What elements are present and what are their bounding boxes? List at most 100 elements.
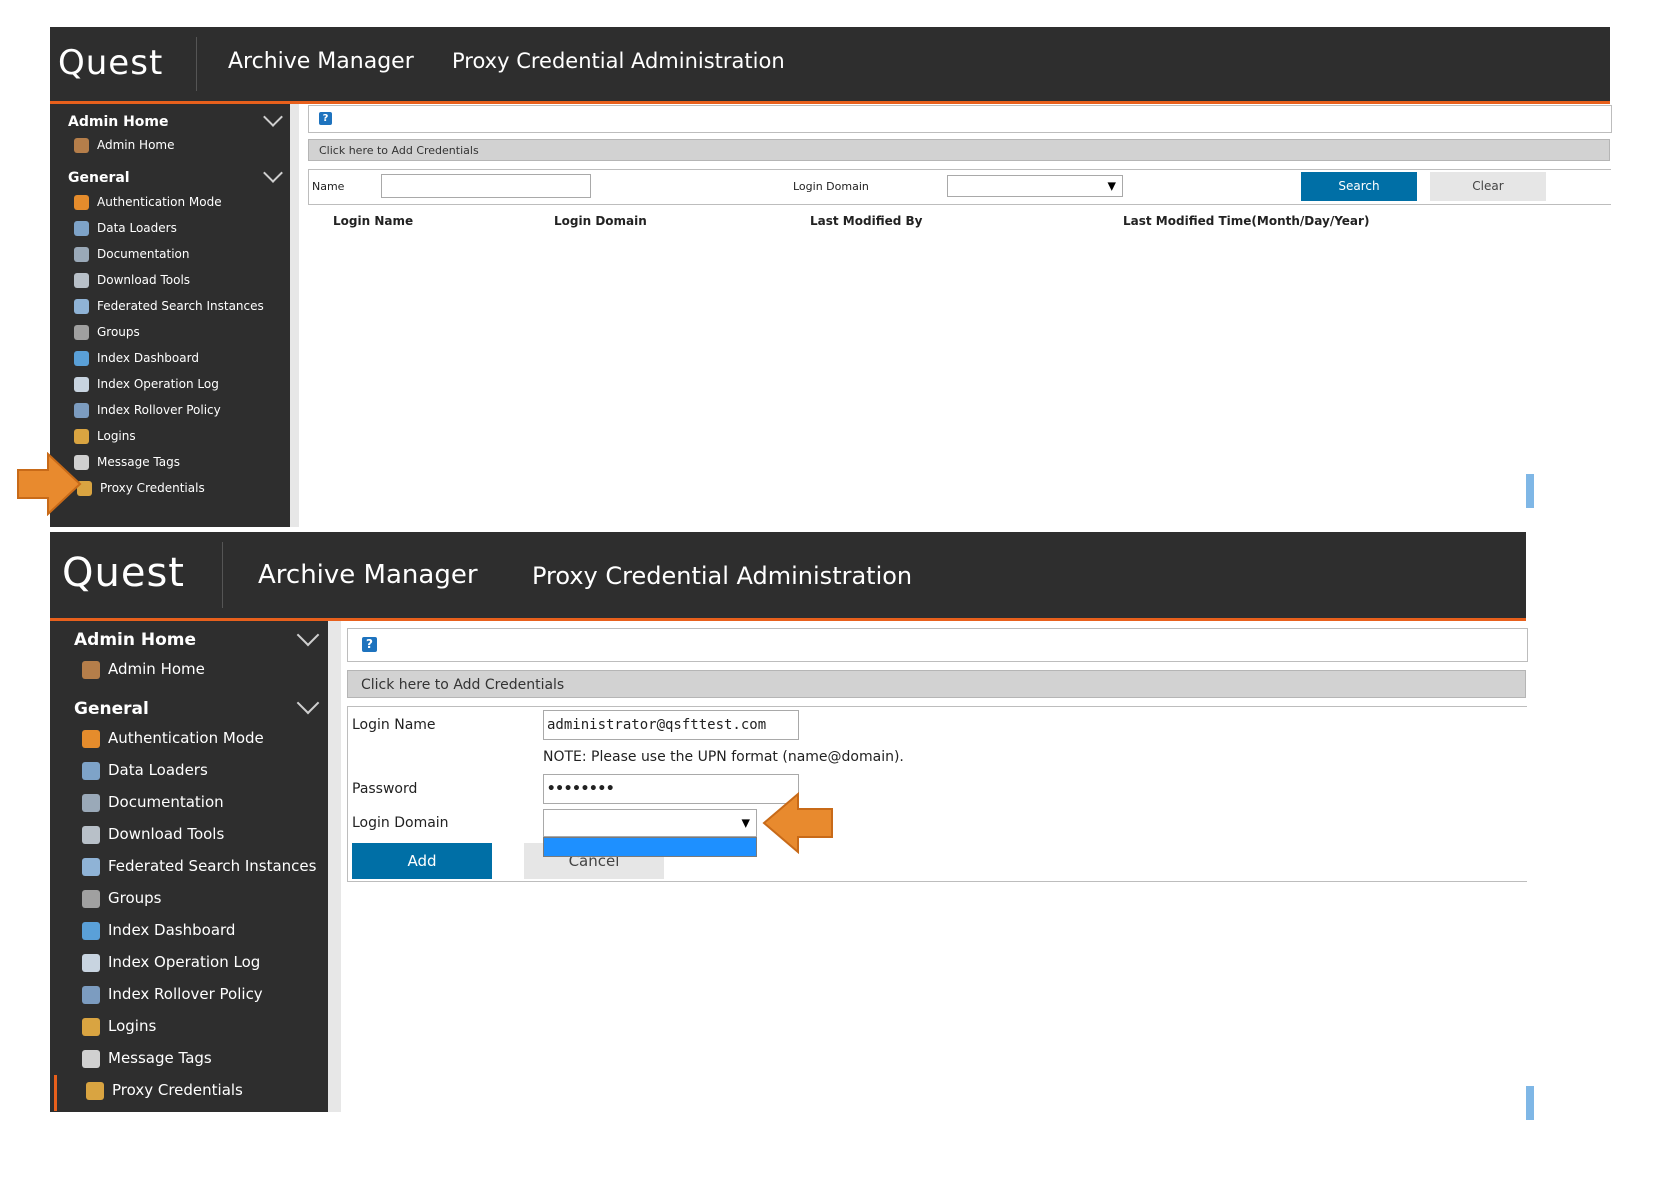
sidebar-item-federated-search-instances[interactable]: Federated Search Instances — [82, 857, 316, 876]
orange-pointer-arrow-icon — [762, 792, 833, 854]
help-icon[interactable]: ? — [362, 637, 377, 652]
login-name-label: Login Name — [352, 717, 436, 733]
keys-icon — [74, 429, 89, 444]
index-dashboard-icon — [82, 921, 100, 940]
upn-format-note: NOTE: Please use the UPN format (name@do… — [543, 749, 904, 765]
sidebar-item-index-dashboard[interactable]: Index Dashboard — [74, 351, 199, 366]
sidebar-item-index-rollover-policy[interactable]: Index Rollover Policy — [74, 403, 221, 418]
sidebar-item-data-loaders[interactable]: Data Loaders — [82, 761, 208, 780]
sidebar-section-admin-home[interactable]: Admin Home — [68, 114, 290, 130]
sidebar-item-documentation[interactable]: Documentation — [82, 793, 224, 812]
keys-icon — [82, 1017, 100, 1036]
name-label: Name — [312, 180, 345, 193]
password-label: Password — [352, 781, 418, 797]
rollover-icon — [74, 403, 89, 418]
quest-logo: Quest — [62, 550, 185, 596]
sidebar-section-general[interactable]: General — [68, 170, 290, 186]
sidebar-item-federated-search-instances[interactable]: Federated Search Instances — [74, 299, 264, 314]
app-header: Quest Archive Manager Proxy Credential A… — [50, 27, 1610, 104]
sidebar-item-groups[interactable]: Groups — [74, 325, 140, 340]
sidebar-item-message-tags[interactable]: Message Tags — [74, 455, 180, 470]
tag-icon — [82, 1049, 100, 1068]
column-header-login-domain[interactable]: Login Domain — [554, 214, 647, 228]
index-dashboard-icon — [74, 351, 89, 366]
section-label: Admin Home — [68, 114, 169, 130]
login-domain-label: Login Domain — [352, 815, 449, 831]
federated-search-icon — [74, 299, 89, 314]
user-icon — [82, 660, 100, 679]
help-toolbar: ? — [347, 628, 1528, 662]
search-button[interactable]: Search — [1301, 172, 1417, 201]
data-loader-icon — [74, 221, 89, 236]
federated-search-icon — [82, 857, 100, 876]
column-header-last-modified-by[interactable]: Last Modified By — [810, 214, 922, 228]
documentation-icon — [82, 793, 100, 812]
clear-button[interactable]: Clear — [1430, 172, 1546, 201]
sidebar-item-download-tools[interactable]: Download Tools — [74, 273, 190, 288]
sidebar-scrollbar[interactable] — [328, 621, 341, 1112]
orange-pointer-arrow-icon — [17, 452, 82, 516]
help-toolbar: ? — [308, 105, 1612, 133]
sidebar-item-download-tools[interactable]: Download Tools — [82, 825, 224, 844]
scroll-indicator — [1526, 1086, 1534, 1120]
sidebar-item-authentication-mode[interactable]: Authentication Mode — [82, 729, 264, 748]
sidebar-section-admin-home[interactable]: Admin Home — [74, 630, 328, 650]
sidebar-item-documentation[interactable]: Documentation — [74, 247, 190, 262]
page-title: Proxy Credential Administration — [532, 562, 913, 590]
download-icon — [74, 273, 89, 288]
login-domain-label: Login Domain — [793, 180, 869, 193]
password-input[interactable]: •••••••• — [543, 774, 799, 804]
sidebar-item-message-tags[interactable]: Message Tags — [82, 1049, 212, 1068]
scroll-indicator — [1526, 474, 1534, 508]
add-credentials-form: Login Name administrator@qsfttest.com NO… — [347, 706, 1527, 882]
active-item-indicator — [54, 1075, 57, 1111]
page-title: Proxy Credential Administration — [452, 49, 785, 73]
auth-user-icon — [74, 195, 89, 210]
groups-icon — [82, 889, 100, 908]
app-header: Quest Archive Manager Proxy Credential A… — [50, 532, 1526, 621]
sidebar-scrollbar[interactable] — [290, 104, 299, 527]
app-title: Archive Manager — [258, 560, 478, 590]
sidebar-item-index-operation-log[interactable]: Index Operation Log — [82, 953, 260, 972]
sidebar-item-proxy-credentials[interactable]: Proxy Credentials — [77, 481, 205, 496]
column-header-last-modified-time[interactable]: Last Modified Time(Month/Day/Year) — [1123, 214, 1369, 228]
add-credentials-bar[interactable]: Click here to Add Credentials — [347, 670, 1526, 698]
column-header-login-name[interactable]: Login Name — [333, 214, 413, 228]
sidebar-item-admin-home[interactable]: Admin Home — [74, 138, 175, 153]
sidebar-item-groups[interactable]: Groups — [82, 889, 161, 908]
add-button[interactable]: Add — [352, 843, 492, 879]
keys-icon — [86, 1081, 104, 1100]
sidebar-item-index-dashboard[interactable]: Index Dashboard — [82, 921, 235, 940]
sidebar-item-index-operation-log[interactable]: Index Operation Log — [74, 377, 219, 392]
groups-icon — [74, 325, 89, 340]
sidebar-item-logins[interactable]: Logins — [82, 1017, 156, 1036]
login-domain-select[interactable]: ▼ — [543, 809, 757, 837]
add-credentials-bar[interactable]: Click here to Add Credentials — [308, 139, 1610, 161]
header-divider — [196, 37, 197, 91]
login-name-input[interactable]: administrator@qsfttest.com — [543, 710, 799, 740]
search-form: Name Login Domain ▼ Search Clear — [308, 169, 1611, 205]
login-domain-select[interactable]: ▼ — [947, 175, 1123, 197]
sidebar-item-logins[interactable]: Logins — [74, 429, 136, 444]
auth-user-icon — [82, 729, 100, 748]
sidebar-item-data-loaders[interactable]: Data Loaders — [74, 221, 177, 236]
dropdown-arrow-icon: ▼ — [741, 816, 750, 830]
sidebar-item-proxy-credentials[interactable]: Proxy Credentials — [86, 1081, 243, 1100]
sidebar: Admin Home Admin Home General Authentica… — [50, 621, 328, 1112]
user-icon — [74, 138, 89, 153]
log-icon — [74, 377, 89, 392]
login-domain-dropdown-option-highlighted[interactable] — [543, 837, 757, 857]
dropdown-arrow-icon: ▼ — [1107, 179, 1116, 193]
sidebar-item-authentication-mode[interactable]: Authentication Mode — [74, 195, 222, 210]
name-input[interactable] — [381, 174, 591, 198]
data-loader-icon — [82, 761, 100, 780]
rollover-icon — [82, 985, 100, 1004]
app-title: Archive Manager — [228, 49, 414, 74]
sidebar-item-index-rollover-policy[interactable]: Index Rollover Policy — [82, 985, 263, 1004]
help-icon[interactable]: ? — [319, 112, 332, 125]
download-icon — [82, 825, 100, 844]
quest-logo: Quest — [58, 43, 164, 83]
sidebar-item-admin-home[interactable]: Admin Home — [82, 660, 205, 679]
sidebar-section-general[interactable]: General — [74, 699, 328, 719]
top-screenshot-panel: Quest Archive Manager Proxy Credential A… — [50, 27, 1612, 527]
